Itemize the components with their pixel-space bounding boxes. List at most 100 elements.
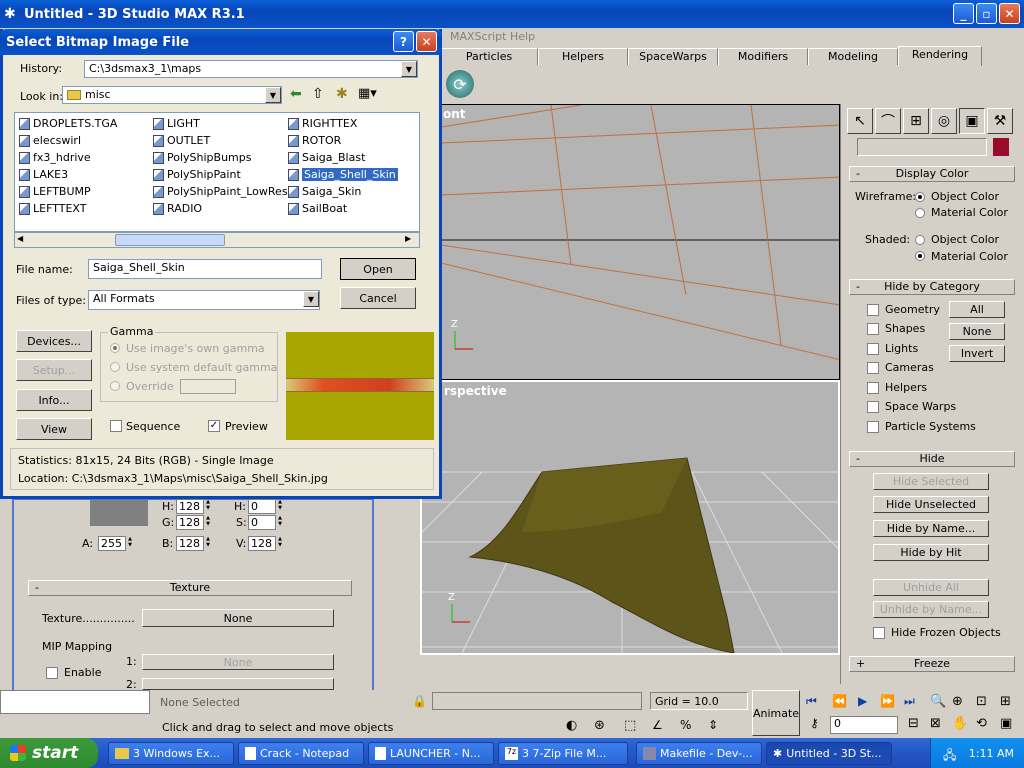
viewport-front[interactable]: ont Z: [440, 104, 840, 380]
task-3dsmax[interactable]: ✱ Untitled - 3D St...: [766, 742, 892, 765]
scroll-thumb[interactable]: [115, 234, 225, 246]
zoom-extents-all-icon[interactable]: ⊞: [1000, 694, 1011, 709]
file-item[interactable]: OUTLET: [153, 133, 210, 148]
frame-field[interactable]: 0: [830, 716, 898, 734]
history-combo[interactable]: C:\3dsmax3_1\maps ▼: [84, 60, 418, 78]
arc-rotate-icon[interactable]: ⟲: [976, 716, 987, 731]
start-button[interactable]: start: [0, 738, 98, 768]
setup-button[interactable]: Setup...: [16, 359, 92, 381]
open-button[interactable]: Open: [340, 258, 416, 280]
pan-hand-icon[interactable]: ✋: [952, 716, 968, 731]
percent-snap-icon[interactable]: %: [680, 718, 691, 732]
tab-modeling[interactable]: Modeling: [808, 48, 898, 65]
view-button[interactable]: View: [16, 418, 92, 440]
gamma-default-radio[interactable]: [110, 362, 120, 372]
maximize-button[interactable]: ▫: [976, 3, 997, 24]
object-name-field[interactable]: [857, 138, 987, 156]
next-frame-icon[interactable]: ⏩: [880, 694, 895, 708]
h-spinner[interactable]: 128: [176, 499, 215, 514]
modify-curve-icon[interactable]: ⌒: [875, 108, 901, 134]
help-icon[interactable]: ?: [393, 31, 414, 52]
mip2-none-button[interactable]: [142, 678, 334, 690]
lights-checkbox[interactable]: [867, 343, 879, 355]
task-makefile-devcpp[interactable]: Makefile - Dev-...: [636, 742, 762, 765]
menu-help[interactable]: Help: [510, 30, 535, 43]
go-to-end-icon[interactable]: ⏭: [904, 694, 915, 709]
task-windows-explorer[interactable]: 3 Windows Ex...: [108, 742, 234, 765]
h2-spinner[interactable]: 0: [248, 499, 287, 514]
fov-icon[interactable]: ⊠: [930, 716, 941, 731]
play-icon[interactable]: ▶: [858, 694, 867, 708]
file-item[interactable]: PolyShipBumps: [153, 150, 251, 165]
key-mode-icon[interactable]: ⚷: [810, 716, 819, 730]
wireframe-object-color-radio[interactable]: [915, 192, 925, 202]
file-item[interactable]: LIGHT: [153, 116, 200, 131]
object-color-swatch[interactable]: [993, 138, 1009, 156]
file-item[interactable]: PolyShipPaint: [153, 167, 241, 182]
file-list-scrollbar[interactable]: ◀ ▶: [14, 232, 420, 248]
file-item[interactable]: Saiga_Skin: [288, 184, 361, 199]
back-arrow-icon[interactable]: ⬅: [290, 86, 302, 102]
filename-input[interactable]: Saiga_Shell_Skin: [88, 259, 322, 279]
file-item[interactable]: Saiga_Shell_Skin: [288, 167, 398, 182]
zoom-all-icon[interactable]: ⊕: [952, 694, 963, 709]
minimize-button[interactable]: _: [953, 3, 974, 24]
tab-particles[interactable]: Particles: [440, 48, 538, 65]
hide-selected-button[interactable]: Hide Selected: [873, 473, 989, 490]
new-folder-icon[interactable]: ✱: [336, 86, 348, 102]
gamma-override-spinner[interactable]: [180, 379, 236, 394]
close-button[interactable]: ✕: [999, 3, 1020, 24]
zoom-icon[interactable]: 🔍: [930, 694, 946, 709]
mip-enable-checkbox[interactable]: [46, 667, 58, 679]
file-item[interactable]: LEFTTEXT: [19, 201, 86, 216]
animate-button[interactable]: Animate: [752, 690, 800, 736]
color-swatch[interactable]: [90, 500, 148, 526]
preview-checkbox[interactable]: ✓: [208, 420, 220, 432]
gamma-override-radio[interactable]: [110, 381, 120, 391]
tab-rendering[interactable]: Rendering: [898, 46, 982, 66]
display-monitor-icon[interactable]: ▣: [959, 108, 985, 134]
file-item[interactable]: ROTOR: [288, 133, 341, 148]
task-7zip[interactable]: 7z 3 7-Zip File M...: [498, 742, 628, 765]
none-button[interactable]: None: [949, 323, 1005, 340]
filetype-combo[interactable]: All Formats ▼: [88, 290, 320, 310]
texture-none-button[interactable]: None: [142, 609, 334, 627]
rollout-hide-by-category[interactable]: - Hide by Category: [849, 279, 1015, 295]
hide-by-hit-button[interactable]: Hide by Hit: [873, 544, 989, 561]
file-item[interactable]: LEFTBUMP: [19, 184, 91, 199]
sequence-checkbox[interactable]: [110, 420, 122, 432]
zoom-extents-icon[interactable]: ⊡: [976, 694, 987, 709]
shapes-checkbox[interactable]: [867, 323, 879, 335]
shaded-object-color-radio[interactable]: [915, 235, 925, 245]
cancel-button[interactable]: Cancel: [340, 287, 416, 309]
file-item[interactable]: Saiga_Blast: [288, 150, 365, 165]
particle-systems-checkbox[interactable]: [867, 421, 879, 433]
hierarchy-icon[interactable]: ⊞: [903, 108, 929, 134]
file-item[interactable]: RADIO: [153, 201, 202, 216]
file-item[interactable]: SailBoat: [288, 201, 347, 216]
mip1-none-button[interactable]: None: [142, 654, 334, 670]
rollout-freeze[interactable]: + Freeze: [849, 656, 1015, 672]
up-folder-icon[interactable]: ⇧: [312, 86, 324, 102]
snap-magnet-icon[interactable]: ⊛: [594, 718, 605, 733]
utilities-hammer-icon[interactable]: ⚒: [987, 108, 1013, 134]
task-crack-notepad[interactable]: Crack - Notepad: [238, 742, 364, 765]
hide-by-name-button[interactable]: Hide by Name...: [873, 520, 989, 537]
viewport-perspective[interactable]: rspective Z: [420, 380, 840, 655]
region-zoom-icon[interactable]: ⊟: [908, 716, 919, 731]
v-spinner[interactable]: 128: [248, 536, 287, 551]
helpers-checkbox[interactable]: [867, 382, 879, 394]
gamma-own-radio[interactable]: [110, 343, 120, 353]
spinner-snap-icon[interactable]: ⇕: [708, 718, 718, 732]
menu-maxscript[interactable]: MAXScript: [450, 30, 506, 43]
render-teapot-icon[interactable]: ⟳: [446, 70, 474, 98]
file-item[interactable]: fx3_hdrive: [19, 150, 91, 165]
tab-helpers[interactable]: Helpers: [538, 48, 628, 65]
file-item[interactable]: DROPLETS.TGA: [19, 116, 117, 131]
file-list[interactable]: DROPLETS.TGA elecswirl fx3_hdrive LAKE3 LEFT…: [14, 112, 420, 232]
file-item[interactable]: elecswirl: [19, 133, 81, 148]
tab-spacewarps[interactable]: SpaceWarps: [628, 48, 718, 65]
geometry-checkbox[interactable]: [867, 304, 879, 316]
b-spinner[interactable]: 128: [176, 536, 215, 551]
unhide-by-name-button[interactable]: Unhide by Name...: [873, 601, 989, 618]
